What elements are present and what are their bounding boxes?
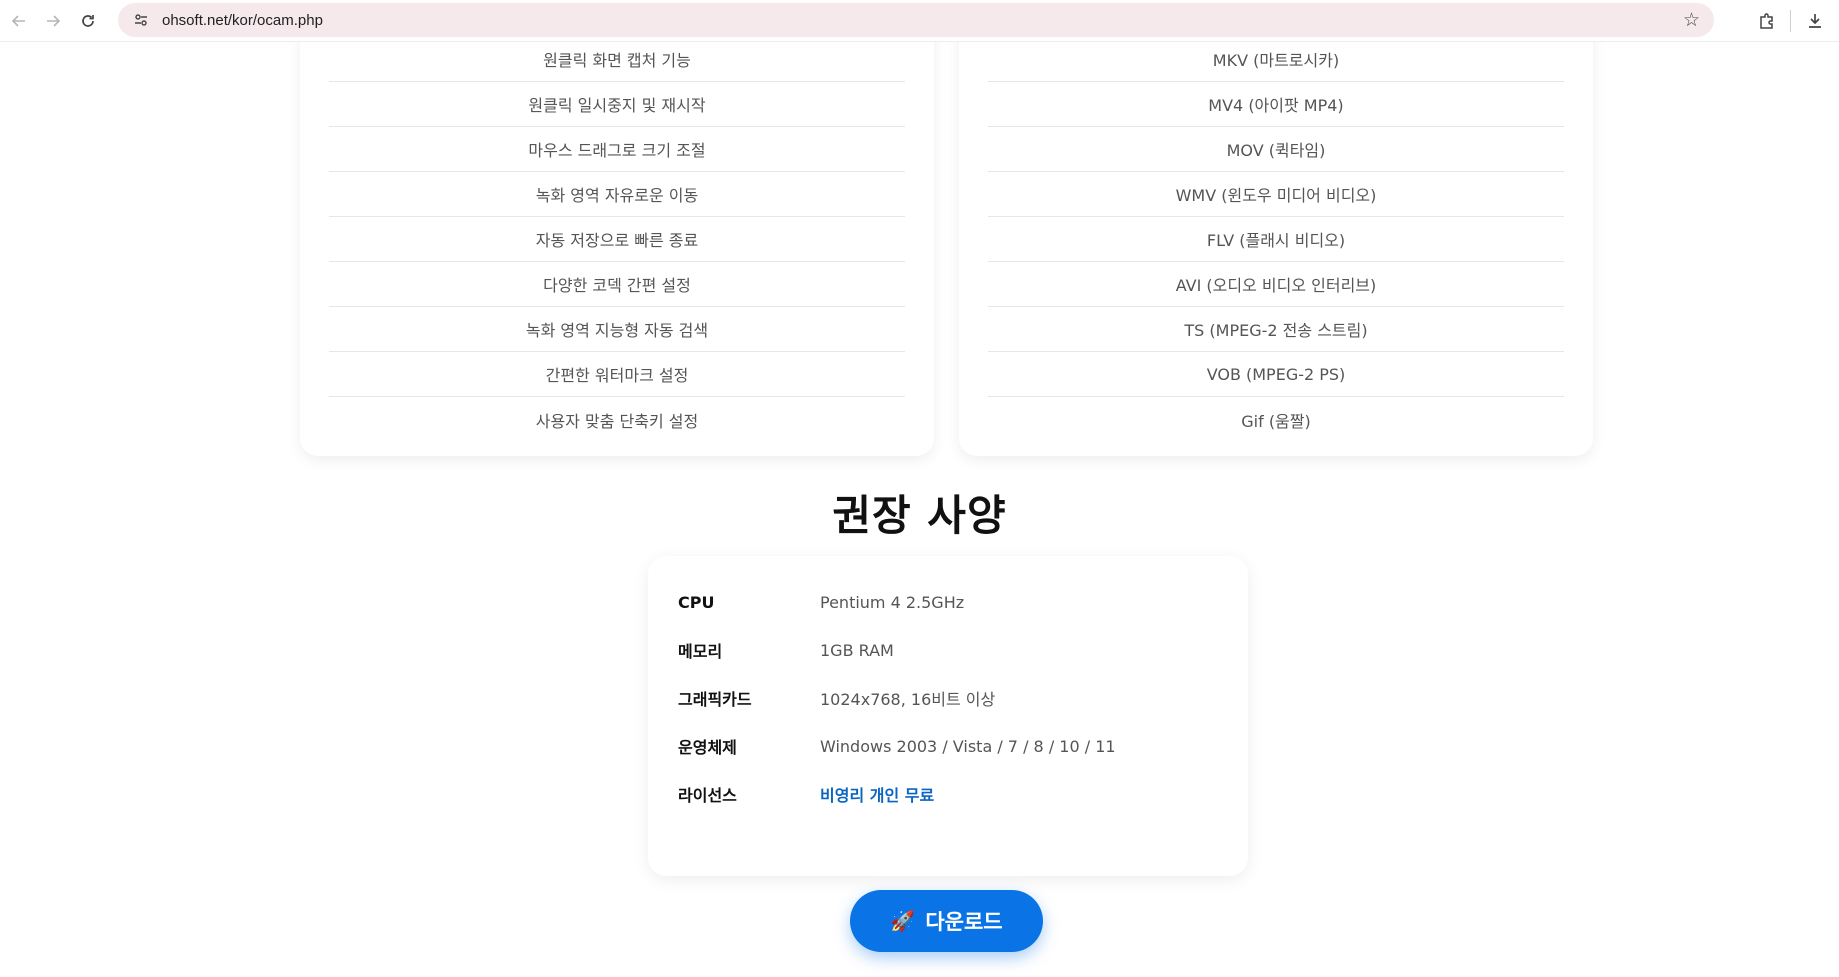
puzzle-icon [1760, 13, 1773, 29]
list-item: 다양한 코덱 간편 설정 [329, 262, 905, 307]
spec-value: 1024x768, 16비트 이상 [820, 690, 996, 709]
reload-button[interactable] [71, 4, 105, 38]
features-card: 원클릭 화면 캡처 기능 원클릭 일시중지 및 재시작 마우스 드래그로 크기 … [300, 42, 934, 456]
format-list: MKV (마트로시카) MV4 (아이팟 MP4) MOV (퀵타임) WMV … [988, 42, 1564, 442]
list-item: 녹화 영역 자유로운 이동 [329, 172, 905, 217]
downloads-button[interactable] [1798, 4, 1832, 38]
forward-button[interactable] [36, 4, 70, 38]
list-item: AVI (오디오 비디오 인터리브) [988, 262, 1564, 307]
url-text: ohsoft.net/kor/ocam.php [162, 11, 323, 29]
spec-key: 메모리 [678, 642, 723, 661]
feature-list: 원클릭 화면 캡처 기능 원클릭 일시중지 및 재시작 마우스 드래그로 크기 … [329, 42, 905, 442]
spec-value: 1GB RAM [820, 640, 894, 660]
browser-toolbar: ohsoft.net/kor/ocam.php ☆ [0, 0, 1839, 42]
spec-key: 라이선스 [678, 786, 737, 805]
back-button[interactable] [2, 4, 36, 38]
spec-row: CPU Pentium 4 2.5GHz [678, 578, 1218, 626]
spec-row: 메모리 1GB RAM [678, 626, 1218, 674]
spec-value: Windows 2003 / Vista / 7 / 8 / 10 / 11 [820, 736, 1116, 756]
list-item: MKV (마트로시카) [988, 42, 1564, 82]
spec-key: 그래픽카드 [678, 690, 752, 709]
reload-icon [82, 15, 94, 27]
list-item: WMV (윈도우 미디어 비디오) [988, 172, 1564, 217]
spec-key: CPU [678, 592, 715, 612]
section-title: 권장 사양 [832, 491, 1007, 540]
requirements-card: CPU Pentium 4 2.5GHz 메모리 1GB RAM 그래픽카드 1… [648, 556, 1248, 876]
spec-row: 그래픽카드 1024x768, 16비트 이상 [678, 674, 1218, 722]
spec-row: 운영체제 Windows 2003 / Vista / 7 / 8 / 10 /… [678, 722, 1218, 770]
site-settings-icon[interactable] [130, 9, 152, 31]
download-label: 다운로드 [925, 910, 1003, 934]
list-item: 간편한 워터마크 설정 [329, 352, 905, 397]
list-item: 자동 저장으로 빠른 종료 [329, 217, 905, 262]
page-content: 원클릭 화면 캡처 기능 원클릭 일시중지 및 재시작 마우스 드래그로 크기 … [0, 42, 1839, 977]
list-item: 녹화 영역 지능형 자동 검색 [329, 307, 905, 352]
download-button[interactable]: 🚀 다운로드 [850, 890, 1043, 952]
list-item: 원클릭 화면 캡처 기능 [329, 42, 905, 82]
arrow-right-icon [47, 15, 61, 27]
list-item: 마우스 드래그로 크기 조절 [329, 127, 905, 172]
list-item: 사용자 맞춤 단축키 설정 [535, 411, 699, 431]
list-item: TS (MPEG-2 전송 스트림) [988, 307, 1564, 352]
bookmark-star-icon[interactable]: ☆ [1683, 9, 1700, 31]
formats-card: MKV (마트로시카) MV4 (아이팟 MP4) MOV (퀵타임) WMV … [959, 42, 1593, 456]
spec-value: Pentium 4 2.5GHz [820, 592, 965, 612]
spec-row: 라이선스 비영리 개인 무료 [678, 770, 1218, 818]
list-item: Gif (움짤) [1241, 411, 1311, 431]
rocket-icon: 🚀 [890, 909, 916, 933]
list-item: 원클릭 일시중지 및 재시작 [329, 82, 905, 127]
list-item: MOV (퀵타임) [988, 127, 1564, 172]
spec-key: 운영체제 [678, 738, 737, 757]
toolbar-separator [1790, 10, 1791, 32]
arrow-left-icon [11, 15, 25, 27]
download-icon [1809, 14, 1821, 28]
list-item: FLV (플래시 비디오) [988, 217, 1564, 262]
list-item: MV4 (아이팟 MP4) [988, 82, 1564, 127]
list-item: VOB (MPEG-2 PS) [988, 352, 1564, 397]
address-bar[interactable]: ohsoft.net/kor/ocam.php ☆ [118, 3, 1714, 37]
license-link[interactable]: 비영리 개인 무료 [820, 782, 934, 806]
extensions-button[interactable] [1750, 4, 1784, 38]
